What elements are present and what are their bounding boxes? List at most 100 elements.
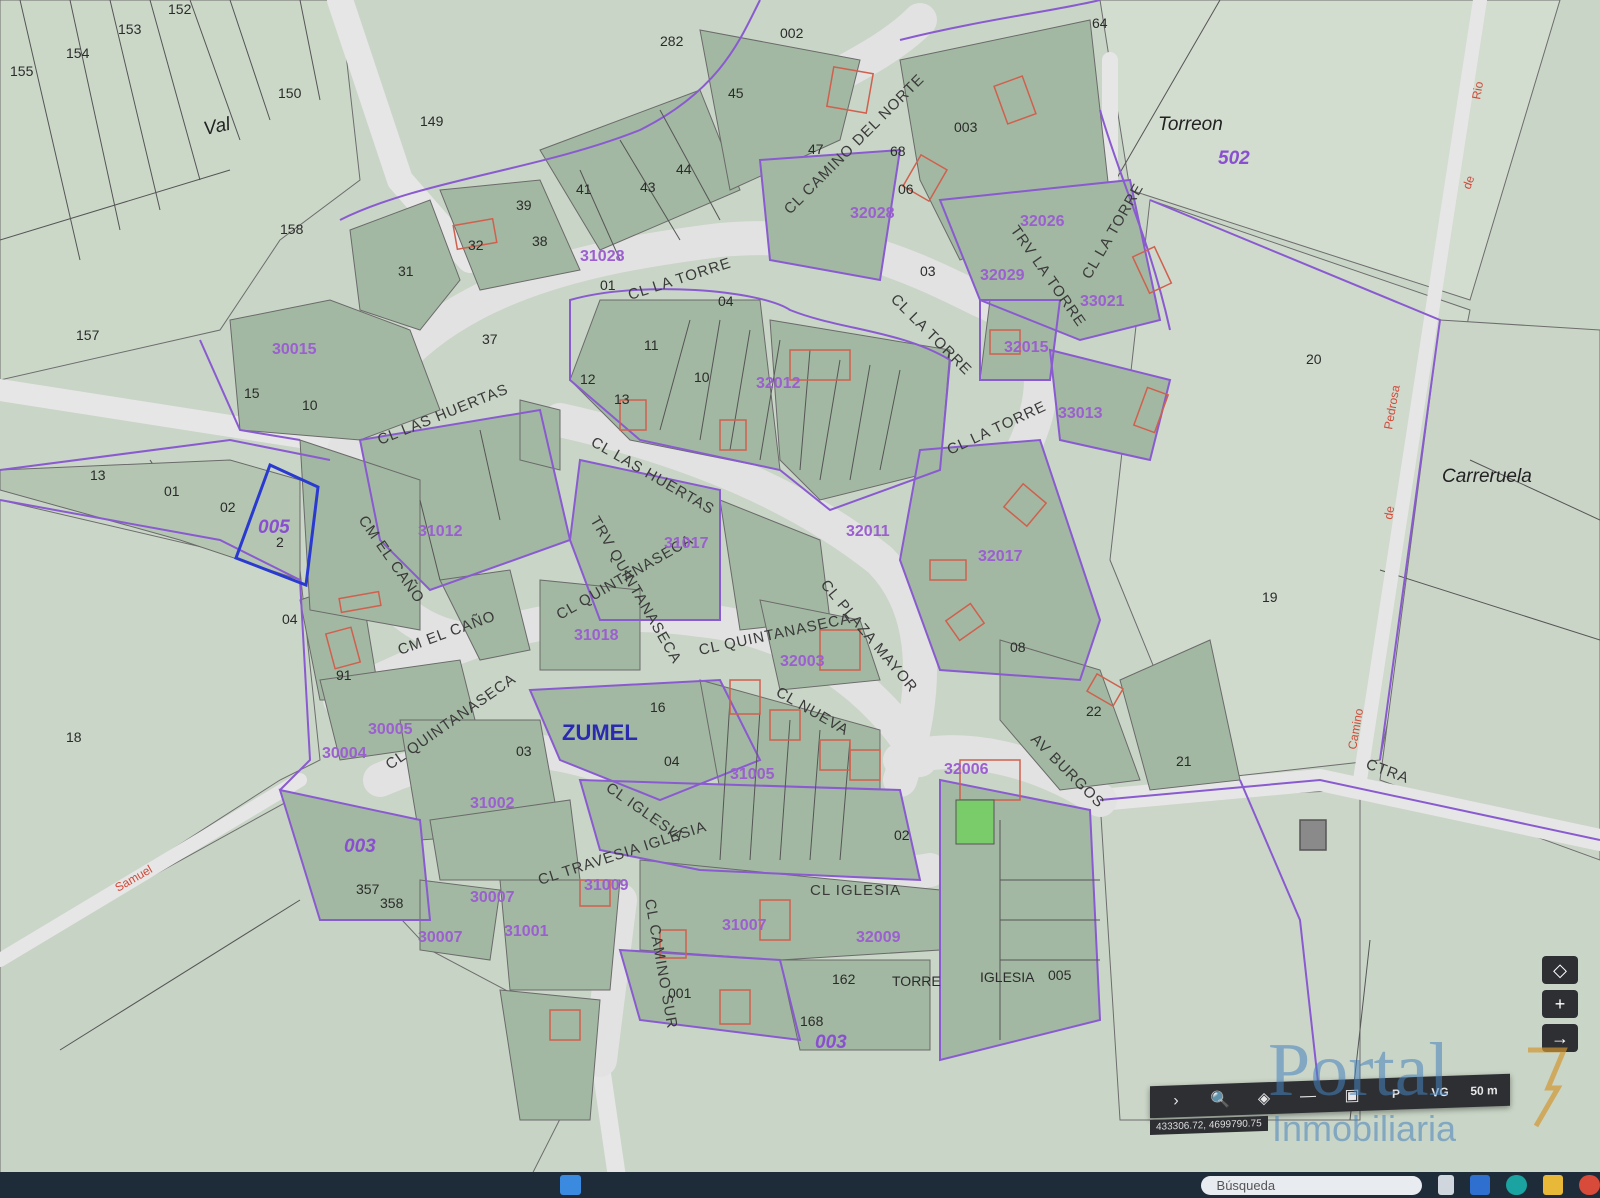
toponym-label: de [1381,505,1397,521]
parcel-label: 10 [694,369,710,385]
parcel-label: 21 [1176,753,1192,769]
parcel-label: 16 [650,699,666,715]
scale-label: 50 m [1470,1083,1498,1099]
store-icon[interactable] [1469,1175,1491,1195]
block-label: 32017 [978,548,1023,565]
expand-button[interactable]: › [1156,1088,1196,1115]
block-label: 32028 [850,205,895,222]
parcel-label: 153 [118,21,142,37]
search-icon[interactable]: 🔍 [1200,1086,1240,1113]
sector-label: 003 [815,1032,847,1053]
parcel-label: 45 [728,85,744,101]
parcel-label: 003 [954,119,978,135]
parcel-label: 20 [1306,351,1322,367]
parcel-label: 64 [1092,15,1108,31]
parcel-label: 02 [220,499,236,515]
parcel-label: 18 [66,729,82,745]
place-label: Carreruela [1442,466,1532,487]
parcel-label: 282 [660,33,684,49]
parcel-label: 31 [398,263,414,279]
watermark: Portal Inmobiliaria [1268,1028,1568,1150]
block-label: 30004 [322,745,367,762]
watermark-title: Portal [1268,1028,1450,1112]
block-label: 31009 [584,877,629,894]
taskbar-search[interactable]: Búsqueda [1200,1175,1423,1195]
block-label: 32026 [1020,213,1065,230]
watermark-subtitle: Inmobiliaria [1272,1108,1457,1149]
parcel-label: 152 [168,1,192,17]
parcel-label: 001 [668,985,692,1001]
zoom-in-button[interactable]: + [1542,990,1578,1018]
block-label: 31007 [722,917,767,934]
edge-icon[interactable] [1506,1175,1527,1195]
place-label: Torreon [1158,114,1223,135]
parcel-label: 37 [482,331,498,347]
sector-label: 005 [258,517,290,538]
os-taskbar: Búsqueda [0,1172,1600,1198]
watermark-logo-icon [1528,1047,1568,1128]
parcel-label: 44 [676,161,692,177]
parcel-label: 08 [1010,639,1026,655]
block-label: 31028 [580,248,625,265]
parcel-label: 005 [1048,967,1072,983]
parcel-label: IGLESIA [980,969,1035,985]
parcel-label: 41 [576,181,592,197]
parcel-label: TORRE [892,973,941,989]
parcel-label: 149 [420,113,444,129]
parcel-label: 01 [600,277,616,293]
parcel-label: 04 [718,293,734,309]
block-label: 30005 [368,721,413,738]
parcel-label: 12 [580,371,596,387]
parcel-label: 154 [66,45,90,61]
block-label: 32009 [856,929,901,946]
parcel-label: 150 [278,85,302,101]
block-label: 31018 [574,627,619,644]
parcel-label: 10 [302,397,318,413]
block-label: 31012 [418,523,463,540]
start-icon[interactable] [560,1175,581,1195]
block-label: 30015 [272,341,317,358]
parcel-label: 168 [800,1013,824,1029]
block-label: 31002 [470,795,515,812]
chrome-icon[interactable] [1579,1175,1600,1195]
parcel-label: 04 [282,611,298,627]
town-label: ZUMEL [562,720,638,745]
parcel-label: 03 [516,743,532,759]
sector-label: 502 [1218,148,1250,169]
parcel-label: 02 [894,827,910,843]
parcel-label: 358 [380,895,404,911]
cadastral-map[interactable]: CL LA TORRE CL CAMINO DEL NORTE CL LAS H… [0,0,1600,1198]
parcel-label: 32 [468,237,484,253]
sector-label: 003 [344,836,376,857]
parcel-label: 04 [664,753,680,769]
block-label: 31017 [664,535,709,552]
parcel-label: 19 [1262,589,1278,605]
parcel-label: 22 [1086,703,1102,719]
selected-parcel-number: 2 [276,534,284,550]
block-label: 32012 [756,375,801,392]
block-label: 32029 [980,267,1025,284]
parcel-label: 357 [356,881,380,897]
parcel-label: 43 [640,179,656,195]
parcel-label: 157 [76,327,100,343]
parcel-label: 15 [244,385,260,401]
block-label: 32015 [1004,339,1049,356]
task-view-icon[interactable] [1438,1175,1454,1195]
parcel-label: 01 [164,483,180,499]
parcel-label: 158 [280,221,304,237]
block-label: 30007 [470,889,515,906]
locate-icon[interactable]: ◇ [1542,956,1578,984]
parcel-label: 91 [336,667,352,683]
block-label: 32003 [780,653,825,670]
block-label: 30007 [418,929,463,946]
parcel-label: 002 [780,25,804,41]
block-label: 31005 [730,766,775,783]
parcel-label: 47 [808,141,824,157]
parcel-label: 11 [644,337,659,353]
street-label: CL IGLESIA [810,882,901,899]
parcel-label: 39 [516,197,532,213]
folder-icon[interactable] [1542,1175,1564,1195]
parcel-label: 13 [614,391,630,407]
parcel-label: 38 [532,233,548,249]
parcel-label: 13 [90,467,106,483]
